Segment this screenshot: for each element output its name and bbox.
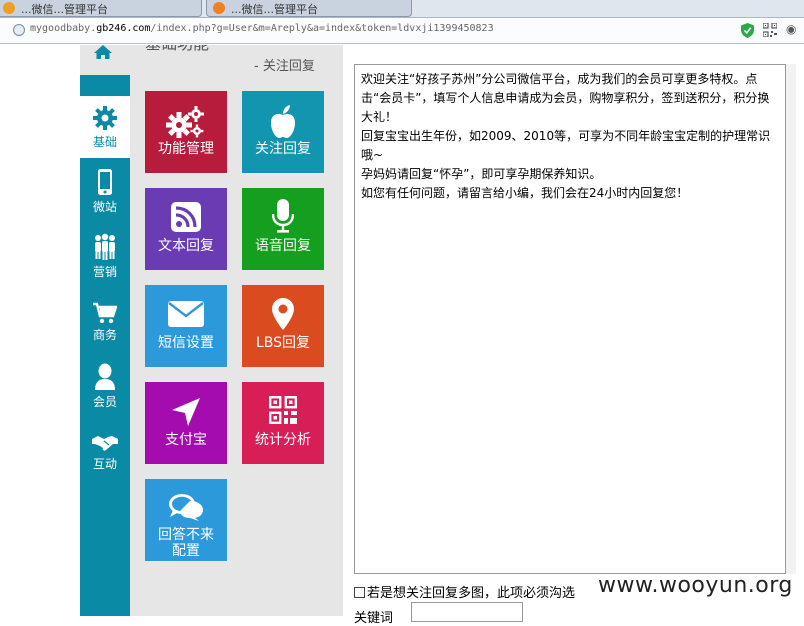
browser-tab-2[interactable]: ...微信...管理平台 [206,0,412,17]
editor-line: 孕妈妈请回复“怀孕”，即可享孕期保养知识。 [361,167,602,181]
sidebar-item-microsite[interactable]: 微站 [80,163,130,225]
tile-voice-reply[interactable]: 语音回复 [242,188,324,270]
tile-statistics[interactable]: 统计分析 [242,382,324,464]
tile-label: 支付宝 [165,432,207,448]
rss-icon [171,202,201,232]
sidebar-item-label: 互动 [92,457,117,471]
tile-alipay[interactable]: 支付宝 [145,382,227,464]
reply-content-editor[interactable]: 欢迎关注“好孩子苏州”分公司微信平台，成为我们的会员可享更多特权。点击“会员卡”… [354,64,786,574]
sidebar-item-basic[interactable]: 基础 [80,96,130,158]
sidebar-item-label: 商务 [92,328,117,342]
apple-icon [271,105,295,138]
tile-text-reply[interactable]: 文本回复 [145,188,227,270]
browser-tab-1[interactable]: ...微信...管理平台 [0,0,202,17]
url-prefix: mygoodbaby. [30,23,97,34]
tile-label: 功能管理 [158,141,214,157]
tile-label: 语音回复 [255,238,311,254]
tile-follow-reply[interactable]: 关注回复 [242,91,324,173]
user-icon [95,363,115,390]
tile-label: 关注回复 [255,141,311,157]
watermark: www.wooyun.org [598,573,793,598]
tab-label: ...微信...管理平台 [231,3,318,16]
keyword-input[interactable] [411,602,523,622]
tile-sms-settings[interactable]: 短信设置 [145,285,227,367]
home-icon[interactable] [94,45,112,59]
tab-favicon-icon [213,2,225,14]
multi-image-label: 若是想关注回复多图，此项必须沟选 [367,586,576,601]
url-path: /index.php?g=User&m=Areply&a=index&token… [150,23,494,34]
cart-icon [93,302,117,324]
sidebar-item-label: 营销 [92,265,117,279]
sidebar-item-member[interactable]: 会员 [80,358,130,420]
address-bar[interactable]: mygoodbaby.gb246.com/index.php?g=User&m=… [0,18,804,44]
sidebar-item-interaction[interactable]: 互动 [80,423,130,485]
microphone-icon [272,199,294,233]
browser-tab-bar: ...微信...管理平台 ...微信...管理平台 [0,0,804,18]
shield-icon[interactable] [741,23,754,38]
tile-label-line1: 回答不来 [158,527,214,543]
tab-favicon-icon [3,2,15,14]
sidebar-item-business[interactable]: 商务 [80,293,130,355]
tile-label: 回答不来 配置 [145,527,227,559]
handshake-icon [92,436,118,451]
qrcode-icon[interactable] [763,23,777,37]
location-arrow-icon [172,398,200,426]
mobile-icon [98,169,112,195]
editor-line: 欢迎关注“好孩子苏州”分公司微信平台，成为我们的会员可享更多特权。点击“会员卡”… [361,72,770,124]
editor-line: 回复宝宝出生年份，如2009、2010等，可享为不同年龄宝宝定制的护理常识哦~ [361,129,771,162]
map-pin-icon [272,298,294,330]
tab-label: ...微信...管理平台 [21,3,108,16]
keyword-label: 关键词 [354,611,394,626]
multi-image-checkbox[interactable] [354,587,365,598]
editor-line: 如您有任何问题，请留言给小编，我们会在24小时内回复您！ [361,186,689,200]
multi-image-option: 若是想关注回复多图，此项必须沟选 [354,582,575,601]
tile-label: LBS回复 [255,335,311,351]
menu-icon[interactable]: ◉ [786,22,804,38]
tile-label: 短信设置 [158,335,214,351]
tile-label: 统计分析 [255,432,311,448]
tile-label: 文本回复 [158,238,214,254]
tile-label-line2: 配置 [172,543,200,559]
gear-icon [93,106,117,130]
sidebar-item-marketing[interactable]: 营销 [80,228,130,290]
envelope-icon [168,301,204,327]
sidebar-item-label: 基础 [92,135,117,149]
chat-bubbles-icon [169,494,203,521]
page-margin [0,45,80,616]
qrcode-icon [269,396,297,424]
sidebar-item-label: 会员 [92,395,117,409]
url-field[interactable]: mygoodbaby.gb246.com/index.php?g=User&m=… [30,23,494,34]
sidebar-item-label: 微站 [92,200,117,214]
url-host: gb246.com [96,23,151,34]
gears-icon [166,106,204,138]
people-icon [95,233,115,260]
tile-unanswered-config[interactable]: 回答不来 配置 [145,479,227,561]
tile-function-manage[interactable]: 功能管理 [145,91,227,173]
page-subtitle: - 关注回复 [254,59,315,74]
globe-icon [13,24,25,36]
tile-lbs-reply[interactable]: LBS回复 [242,285,324,367]
editor-scrollbar[interactable] [786,64,796,574]
